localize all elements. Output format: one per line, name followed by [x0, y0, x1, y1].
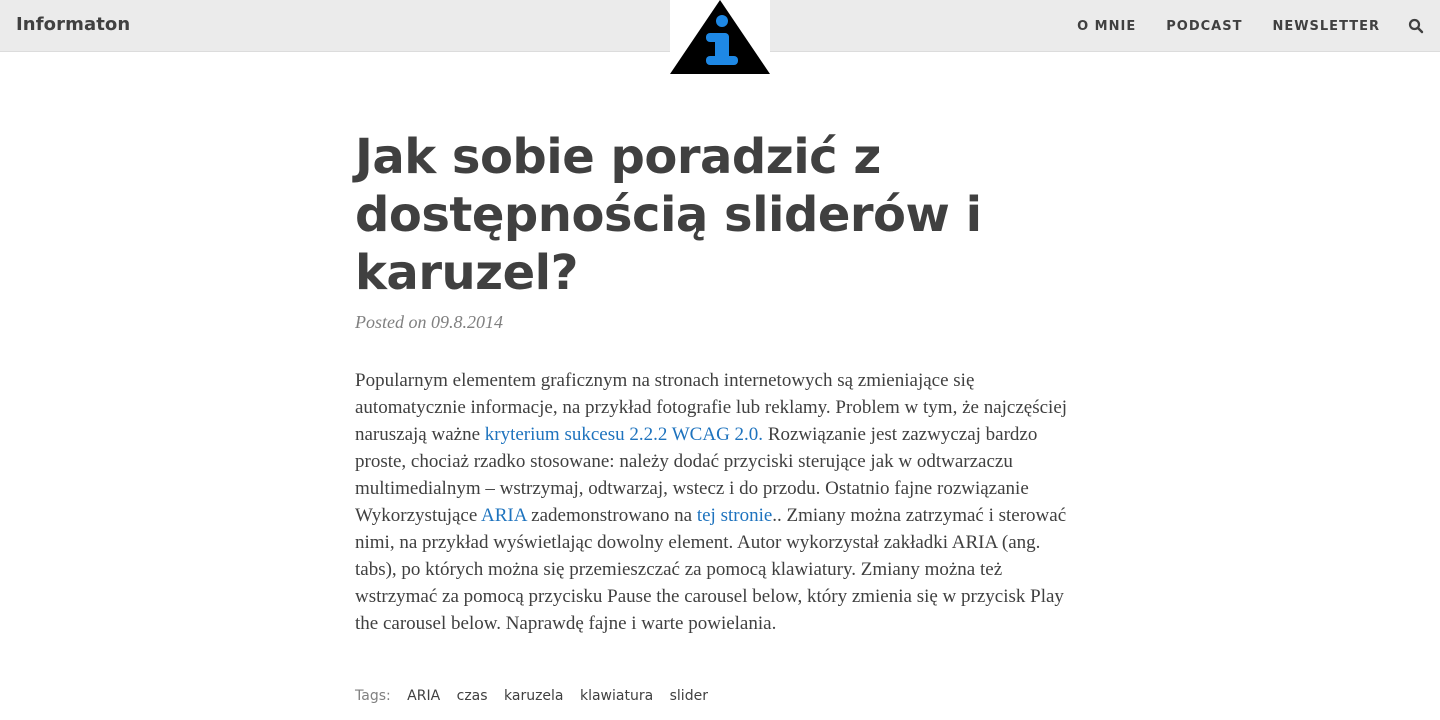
- nav-podcast[interactable]: PODCAST: [1166, 19, 1242, 34]
- demo-page-link[interactable]: tej stronie: [697, 505, 772, 526]
- search-icon[interactable]: [1408, 18, 1424, 34]
- tag-link[interactable]: slider: [670, 688, 708, 704]
- nav-about[interactable]: O MNIE: [1077, 19, 1136, 34]
- top-navbar: Informaton O MNIE PODCAST NEWSLETTER: [0, 0, 1440, 78]
- wcag-criterion-link[interactable]: kryterium sukcesu 2.2.2 WCAG 2.0.: [485, 424, 763, 445]
- aria-link[interactable]: ARIA: [481, 505, 526, 526]
- tags-list: Tags: ARIA czas karuzela klawiatura slid…: [355, 688, 708, 704]
- paragraph-text: zademonstrowano na: [526, 505, 697, 526]
- brand-link[interactable]: Informaton: [16, 14, 130, 35]
- article-paragraph: Popularnym elementem graficznym na stron…: [355, 367, 1085, 637]
- post-date: Posted on 09.8.2014: [355, 312, 503, 332]
- tag-link[interactable]: karuzela: [504, 688, 564, 704]
- main-nav: O MNIE PODCAST NEWSLETTER: [1047, 0, 1440, 52]
- tag-link[interactable]: czas: [457, 688, 488, 704]
- tag-link[interactable]: klawiatura: [580, 688, 653, 704]
- nav-newsletter[interactable]: NEWSLETTER: [1272, 19, 1380, 34]
- info-triangle-logo-icon: [670, 0, 770, 74]
- site-logo[interactable]: [670, 0, 770, 78]
- tags-label: Tags:: [355, 688, 391, 704]
- article-title: Jak sobie poradzić z dostępnością slider…: [355, 129, 982, 301]
- article: Jak sobie poradzić z dostępnością slider…: [355, 128, 1085, 656]
- tag-link[interactable]: ARIA: [407, 688, 440, 704]
